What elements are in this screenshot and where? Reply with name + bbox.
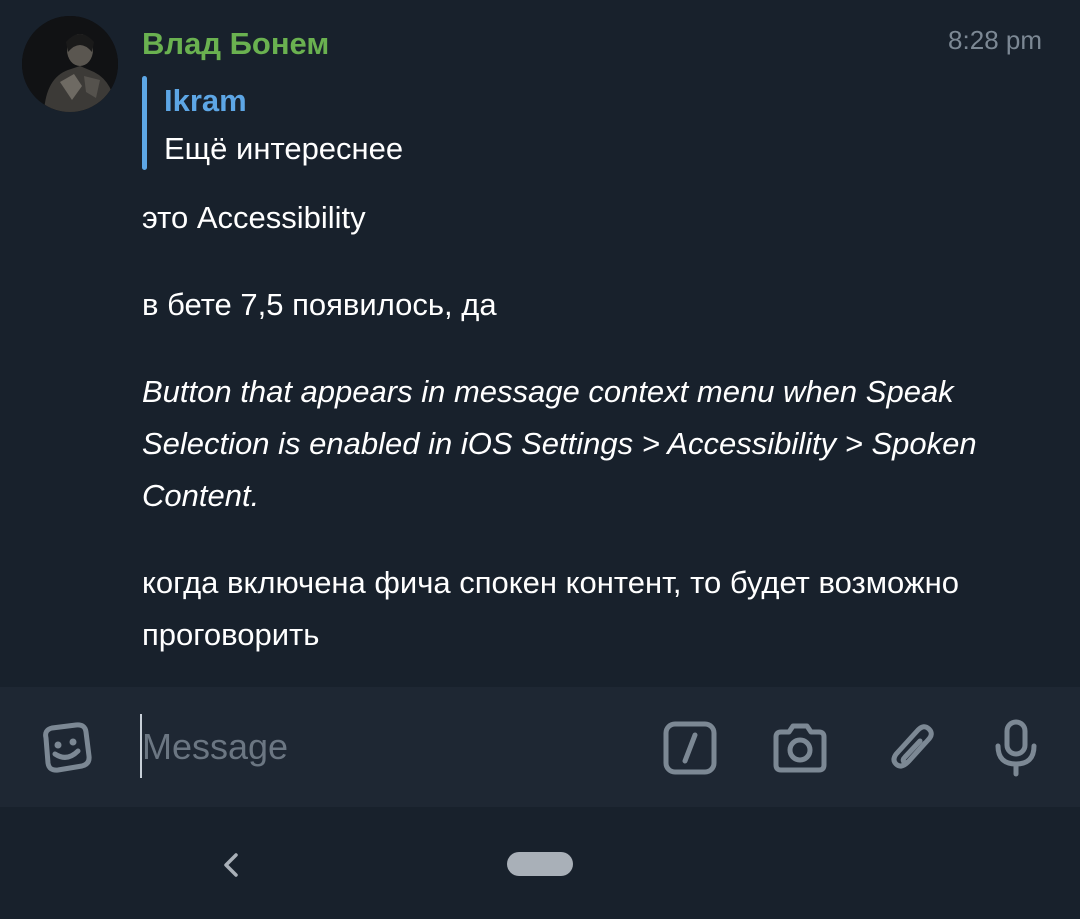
chat-screen: Влад Бонем 8:28 pm Ikram Ещё интереснее …: [0, 0, 1080, 919]
message-paragraph: это Accessibility: [142, 200, 366, 235]
avatar[interactable]: [22, 16, 118, 112]
message-composer: [0, 687, 1080, 807]
bot-commands-icon: [663, 721, 717, 775]
system-navigation-bar: [0, 807, 1080, 919]
sender-name[interactable]: Влад Бонем: [142, 22, 329, 66]
message-input[interactable]: [142, 719, 622, 775]
bot-commands-button[interactable]: [662, 720, 718, 776]
reply-quote[interactable]: Ikram Ещё интереснее: [142, 76, 742, 170]
home-pill[interactable]: [507, 852, 573, 876]
message-paragraph-italic: Button that appears in message context m…: [142, 374, 977, 513]
message-timestamp: 8:28 pm: [948, 25, 1042, 55]
camera-icon: [773, 723, 827, 773]
sticker-emoji-icon: [43, 722, 92, 773]
message-list[interactable]: Влад Бонем 8:28 pm Ikram Ещё интереснее …: [0, 0, 1080, 687]
voice-message-button[interactable]: [990, 718, 1042, 778]
reply-text: Ещё интереснее: [164, 131, 404, 166]
emoji-button[interactable]: [34, 720, 96, 776]
attach-button[interactable]: [884, 720, 940, 776]
reply-author: Ikram: [164, 83, 247, 118]
message-text: это Accessibility в бете 7,5 появилось, …: [142, 192, 1042, 696]
camera-button[interactable]: [770, 720, 830, 776]
back-button[interactable]: [216, 847, 248, 883]
paperclip-icon: [891, 724, 934, 769]
reply-accent-bar: [142, 76, 147, 170]
chevron-left-icon: [224, 853, 238, 877]
message-paragraph: когда включена фича спокен контент, то б…: [142, 565, 960, 652]
microphone-icon: [995, 719, 1037, 777]
message-paragraph: в бете 7,5 появилось, да: [142, 287, 497, 322]
